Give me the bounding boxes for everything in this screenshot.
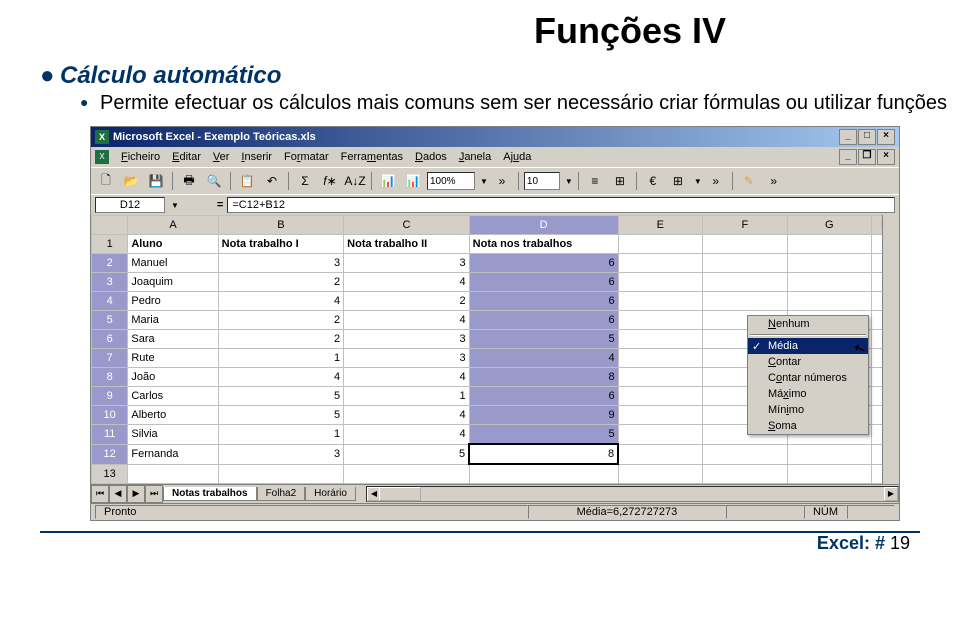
- vertical-scrollbar[interactable]: [882, 215, 899, 484]
- tab-nav-first-icon[interactable]: ⏮: [91, 485, 109, 503]
- minimize-button[interactable]: _: [839, 129, 857, 145]
- slide-footer: Excel: # 19: [0, 533, 910, 554]
- menu-item-contar-numeros[interactable]: Contar números: [748, 370, 868, 386]
- print-icon[interactable]: 🖶: [178, 170, 200, 192]
- status-autocalc[interactable]: Média=6,272727273: [528, 505, 726, 519]
- formula-input[interactable]: =C12+B12: [227, 197, 895, 213]
- table-row[interactable]: 12Fernanda358: [92, 444, 899, 464]
- sheet-tab-folha2[interactable]: Folha2: [257, 487, 306, 501]
- zoom-input[interactable]: 100%: [427, 172, 475, 190]
- menu-item-maximo[interactable]: Máximo: [748, 386, 868, 402]
- zoom-dropdown-icon[interactable]: ▼: [480, 177, 488, 186]
- window-title: Microsoft Excel - Exemplo Teóricas.xls: [113, 131, 316, 143]
- horizontal-scrollbar[interactable]: ◀ ▶: [366, 486, 899, 502]
- autocalc-context-menu: Nenhum ✓Média↖ Contar Contar números Máx…: [747, 315, 869, 435]
- formula-bar: D12 ▼ = =C12+B12: [91, 194, 899, 215]
- col-header-g[interactable]: G: [787, 216, 871, 235]
- doc-restore-button[interactable]: ❐: [858, 149, 876, 165]
- close-button[interactable]: ×: [877, 129, 895, 145]
- align-left-icon[interactable]: ≡: [584, 170, 606, 192]
- sheet-tab-horario[interactable]: Horário: [305, 487, 356, 501]
- borders-icon[interactable]: ⊞: [667, 170, 689, 192]
- autosum-icon[interactable]: Σ: [294, 170, 316, 192]
- new-icon[interactable]: 🗋: [95, 170, 117, 192]
- menu-item-nenhum[interactable]: Nenhum: [748, 316, 868, 332]
- col-header-c[interactable]: C: [344, 216, 470, 235]
- menu-editar[interactable]: Editar: [172, 151, 201, 163]
- fx-icon[interactable]: f∗: [319, 170, 341, 192]
- tab-nav-prev-icon[interactable]: ◀: [109, 485, 127, 503]
- currency-icon[interactable]: €: [642, 170, 664, 192]
- menu-dados[interactable]: Dados: [415, 151, 447, 163]
- fontsize-input[interactable]: 10: [524, 172, 560, 190]
- col-header-d[interactable]: D: [469, 216, 618, 235]
- menu-item-media[interactable]: ✓Média↖: [748, 338, 868, 354]
- titlebar: X Microsoft Excel - Exemplo Teóricas.xls…: [91, 127, 899, 147]
- menu-item-soma[interactable]: Soma: [748, 418, 868, 434]
- menu-inserir[interactable]: Inserir: [241, 151, 272, 163]
- col-header-e[interactable]: E: [618, 216, 702, 235]
- table-row[interactable]: 4Pedro426: [92, 292, 899, 311]
- open-icon[interactable]: 📂: [120, 170, 142, 192]
- save-icon[interactable]: 💾: [145, 170, 167, 192]
- bullet-level2: Permite efectuar os cálculos mais comuns…: [80, 90, 960, 116]
- check-icon: ✓: [752, 340, 761, 353]
- menu-ficheiro[interactable]: Ficheiro: [121, 151, 160, 163]
- tab-nav-next-icon[interactable]: ▶: [127, 485, 145, 503]
- undo-icon[interactable]: ↶: [261, 170, 283, 192]
- menu-item-minimo[interactable]: Mínimo: [748, 402, 868, 418]
- spreadsheet-grid[interactable]: A B C D E F G H 1 Aluno Nota trabalho I …: [91, 215, 899, 484]
- menu-janela[interactable]: Janela: [459, 151, 491, 163]
- table-row[interactable]: 2Manuel336: [92, 254, 899, 273]
- name-box[interactable]: D12: [95, 197, 165, 213]
- menu-ferramentas[interactable]: Ferramentas: [341, 151, 403, 163]
- doc-minimize-button[interactable]: _: [839, 149, 857, 165]
- status-ready: Pronto: [95, 505, 528, 519]
- merge-center-icon[interactable]: ⊞: [609, 170, 631, 192]
- toolbar-standard: 🗋 📂 💾 🖶 🔍 📋 ↶ Σ f∗ A↓Z 📊 📊 100% ▼ » 10 ▼…: [91, 167, 899, 194]
- more-format-icon[interactable]: »: [705, 170, 727, 192]
- sheet-tabs-bar: ⏮ ◀ ▶ ⏭ Notas trabalhos Folha2 Horário ◀…: [91, 484, 899, 503]
- more-buttons-icon[interactable]: »: [491, 170, 513, 192]
- bullet-level1: Cálculo automático: [40, 62, 960, 90]
- status-numlock: NÚM: [804, 505, 847, 519]
- menu-ajuda[interactable]: Ajuda: [503, 151, 531, 163]
- col-header-a[interactable]: A: [128, 216, 218, 235]
- col-header-f[interactable]: F: [703, 216, 787, 235]
- borders-dropdown-icon[interactable]: ▼: [694, 177, 702, 186]
- workbook-icon[interactable]: X: [95, 150, 109, 164]
- equals-label: =: [217, 199, 223, 211]
- menu-item-contar[interactable]: Contar: [748, 354, 868, 370]
- chart-wizard-icon[interactable]: 📊: [377, 170, 399, 192]
- table-row[interactable]: 3Joaquim246: [92, 273, 899, 292]
- maximize-button[interactable]: □: [858, 129, 876, 145]
- excel-window: X Microsoft Excel - Exemplo Teóricas.xls…: [90, 126, 900, 521]
- select-all-corner[interactable]: [92, 216, 128, 235]
- statusbar: Pronto Média=6,272727273 NÚM: [91, 503, 899, 520]
- print-preview-icon[interactable]: 🔍: [203, 170, 225, 192]
- col-header-b[interactable]: B: [218, 216, 344, 235]
- menu-formatar[interactable]: Formatar: [284, 151, 329, 163]
- drawing-icon[interactable]: ✎: [738, 170, 760, 192]
- scroll-right-icon[interactable]: ▶: [884, 487, 898, 501]
- table-row[interactable]: 1 Aluno Nota trabalho I Nota trabalho II…: [92, 235, 899, 254]
- scroll-thumb[interactable]: [379, 487, 421, 501]
- menubar: X Ficheiro Editar Ver Inserir Formatar F…: [91, 147, 899, 167]
- paste-icon[interactable]: 📋: [236, 170, 258, 192]
- excel-icon: X: [95, 130, 109, 144]
- tab-nav-last-icon[interactable]: ⏭: [145, 485, 163, 503]
- table-row[interactable]: 13: [92, 464, 899, 484]
- name-box-dropdown-icon[interactable]: ▼: [171, 201, 179, 210]
- fontsize-dropdown-icon[interactable]: ▼: [565, 177, 573, 186]
- chart-icon[interactable]: 📊: [402, 170, 424, 192]
- sheet-tab-notas[interactable]: Notas trabalhos: [163, 487, 257, 501]
- doc-close-button[interactable]: ×: [877, 149, 895, 165]
- menu-ver[interactable]: Ver: [213, 151, 230, 163]
- more-toolbar-icon[interactable]: »: [763, 170, 785, 192]
- sort-asc-icon[interactable]: A↓Z: [344, 170, 366, 192]
- slide-title: Funções IV: [300, 10, 960, 52]
